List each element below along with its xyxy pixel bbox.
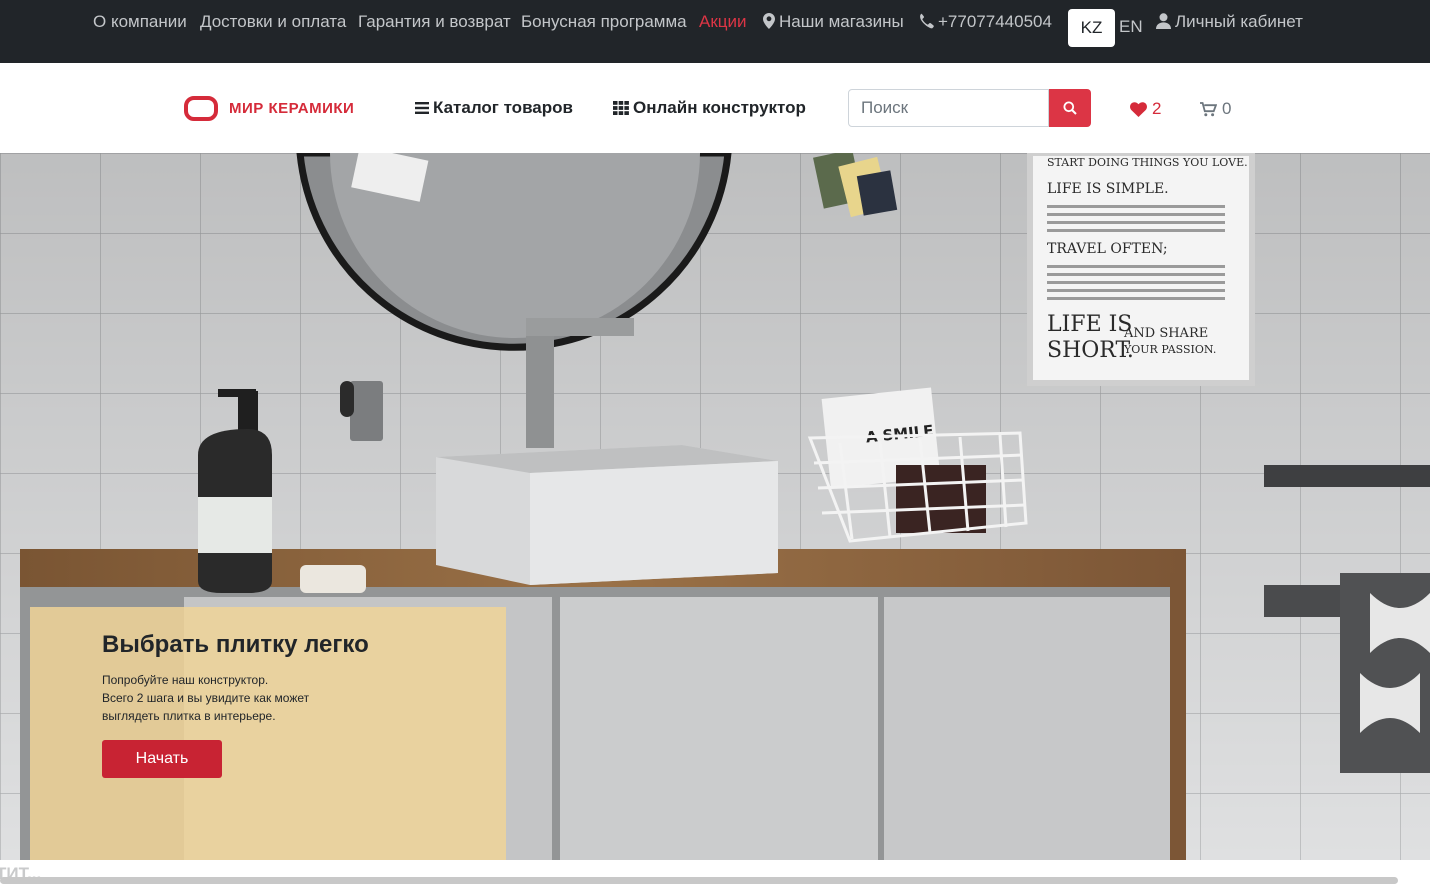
logo-mark-icon: [184, 96, 218, 121]
search-input[interactable]: [848, 89, 1049, 127]
cart-button[interactable]: 0: [1200, 99, 1231, 119]
poster-line-3: TRAVEL OFTEN;: [1047, 241, 1168, 257]
constructor-button[interactable]: Онлайн конструктор: [613, 98, 806, 118]
top-bar: О компании Достовки и оплата Гарантия и …: [0, 0, 1430, 63]
menu-icon: [415, 102, 429, 114]
promo-line-2: Всего 2 шага и вы увидите как может: [102, 691, 310, 705]
phone-icon: [920, 13, 934, 29]
main-header: МИР КЕРАМИКИ Каталог товаров Онлайн конс…: [0, 63, 1430, 153]
favorites-count: 2: [1152, 99, 1162, 118]
search-icon: [1063, 101, 1077, 115]
logo-text: МИР КЕРАМИКИ: [229, 100, 355, 117]
heart-icon: [1130, 101, 1147, 117]
nav-link-warranty[interactable]: Гарантия и возврат: [358, 12, 511, 32]
constructor-label: Онлайн конструктор: [633, 98, 806, 117]
promo-line-3: выглядеть плитка в интерьере.: [102, 709, 276, 723]
grid-icon: [613, 101, 629, 115]
stores-label: Наши магазины: [779, 12, 904, 31]
catalog-label: Каталог товаров: [433, 98, 573, 117]
nav-link-account[interactable]: Личный кабинет: [1156, 12, 1303, 32]
poster-line-4: LIFE IS: [1047, 312, 1132, 337]
cart-icon: [1200, 101, 1217, 116]
promo-title: Выбрать плитку легко: [102, 631, 369, 658]
favorites-button[interactable]: 2: [1130, 99, 1161, 119]
nav-link-phone[interactable]: +77077440504: [918, 12, 1052, 32]
nav-link-bonus[interactable]: Бонусная программа: [521, 12, 687, 32]
user-icon: [1156, 13, 1171, 29]
search-button[interactable]: [1049, 89, 1091, 127]
cart-count: 0: [1222, 99, 1232, 118]
nav-link-stores[interactable]: Наши магазины: [763, 12, 904, 32]
hero-banner: START DOING THINGS YOU LOVE. LIFE IS SIM…: [0, 153, 1430, 860]
nav-link-promo[interactable]: Акции: [699, 12, 747, 32]
phone-number: +77077440504: [938, 12, 1052, 31]
poster-line-6: AND SHARE: [1123, 326, 1208, 341]
nav-link-delivery[interactable]: Достовки и оплата: [200, 12, 346, 32]
poster-line-1: START DOING THINGS YOU LOVE.: [1047, 156, 1248, 169]
poster-line-7: YOUR PASSION.: [1123, 343, 1216, 356]
logo[interactable]: МИР КЕРАМИКИ: [184, 96, 354, 121]
promo-description: Попробуйте наш конструктор. Всего 2 шага…: [102, 671, 362, 725]
poster-line-5: SHORT.: [1047, 338, 1134, 363]
account-label: Личный кабинет: [1175, 12, 1303, 31]
lang-en-button[interactable]: EN: [1119, 17, 1143, 37]
promo-card: Выбрать плитку легко Попробуйте наш конс…: [30, 607, 506, 860]
horizontal-scrollbar[interactable]: [0, 877, 1398, 884]
start-button[interactable]: Начать: [102, 740, 222, 778]
nav-link-about[interactable]: О компании: [93, 12, 187, 32]
lang-kz-button[interactable]: KZ: [1068, 9, 1115, 47]
catalog-menu-button[interactable]: Каталог товаров: [415, 98, 573, 118]
promo-line-1: Попробуйте наш конструктор.: [102, 673, 269, 687]
map-marker-icon: [763, 13, 775, 29]
poster-line-2: LIFE IS SIMPLE.: [1047, 181, 1169, 197]
